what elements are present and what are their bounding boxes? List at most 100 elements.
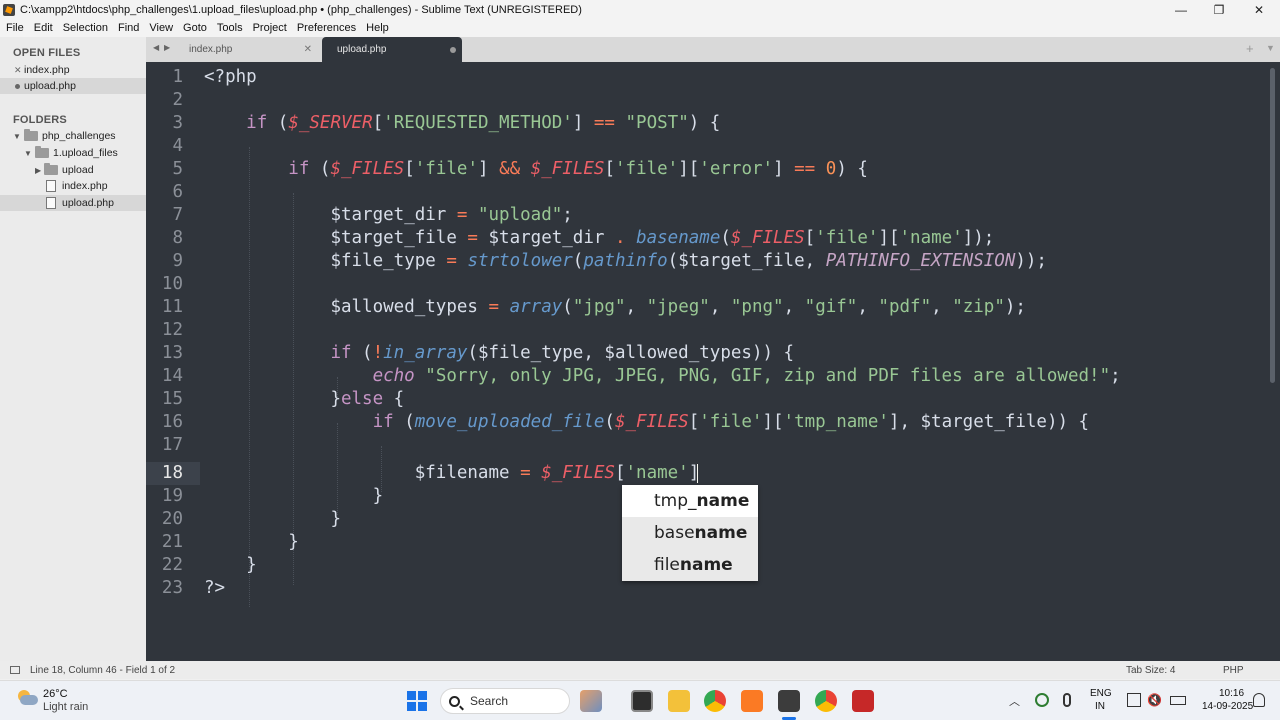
vertical-scrollbar[interactable] — [1270, 68, 1275, 383]
code-token: $_FILES — [730, 228, 805, 248]
unsaved-dot-icon — [15, 84, 20, 89]
chevron-up-icon[interactable]: ︿ — [1009, 693, 1020, 709]
code-token: ( — [393, 412, 415, 432]
code-token: )) { — [751, 343, 795, 363]
code-line: if ($_FILES['file'] && $_FILES['file']['… — [204, 158, 868, 181]
tab-prev-icon[interactable]: ◀ — [153, 43, 159, 52]
menu-selection[interactable]: Selection — [58, 22, 113, 34]
region-indicator[interactable]: IN — [1095, 701, 1105, 712]
unsaved-dot-icon[interactable] — [450, 47, 456, 53]
menu-find[interactable]: Find — [113, 22, 144, 34]
tab-next-icon[interactable]: ▶ — [164, 43, 170, 52]
weather-temperature[interactable]: 26°C — [43, 688, 68, 700]
network-icon[interactable] — [1127, 693, 1141, 707]
window-title: C:\xampp2\htdocs\php_challenges\1.upload… — [20, 3, 582, 16]
code-token: ) { — [688, 113, 721, 133]
tab-upload-php[interactable]: upload.php — [322, 37, 462, 62]
weather-icon[interactable] — [16, 690, 38, 706]
chrome-icon[interactable] — [704, 690, 726, 712]
close-icon[interactable]: ✕ — [14, 65, 22, 76]
syntax-selector[interactable]: PHP — [1223, 665, 1244, 676]
weather-description[interactable]: Light rain — [43, 701, 88, 713]
code-token: ] — [773, 159, 795, 179]
sublime-text-icon[interactable] — [778, 690, 800, 712]
autocomplete-item[interactable]: tmp_name — [622, 485, 758, 517]
microphone-icon[interactable] — [1063, 693, 1071, 707]
volume-icon[interactable]: 🔇 — [1147, 693, 1162, 707]
folder-tree-item[interactable]: ▼ php_challenges — [0, 128, 146, 144]
menu-edit[interactable]: Edit — [29, 22, 58, 34]
folder-tree-item[interactable]: ▶ upload — [0, 162, 146, 178]
code-line: $target_dir = "upload"; — [204, 204, 572, 227]
menu-view[interactable]: View — [144, 22, 178, 34]
code-line: if (move_uploaded_file($_FILES['file']['… — [204, 411, 1090, 434]
recorder-icon[interactable] — [852, 690, 874, 712]
file-icon — [46, 197, 56, 209]
clock-time[interactable]: 10:16 — [1219, 688, 1244, 699]
code-token: ( — [604, 412, 615, 432]
clock-date[interactable]: 14-09-2025 — [1202, 701, 1253, 712]
code-token: [ — [604, 159, 615, 179]
code-token: $allowed_types — [604, 343, 752, 363]
line-number: 6 — [172, 182, 183, 202]
close-window-button[interactable]: ✕ — [1239, 0, 1279, 19]
code-token: = — [456, 205, 468, 225]
code-token: "Sorry, only JPG, JPEG, PNG, GIF, zip an… — [425, 366, 1111, 386]
folder-tree-item[interactable]: ▼ 1.upload_files — [0, 145, 146, 161]
new-tab-icon[interactable]: + — [1246, 41, 1254, 56]
code-token: = — [520, 463, 531, 483]
code-line: } — [204, 554, 257, 577]
language-indicator[interactable]: ENG — [1090, 688, 1112, 699]
tab-size[interactable]: Tab Size: 4 — [1126, 665, 1175, 676]
chrome-profile-icon[interactable] — [815, 690, 837, 712]
xampp-icon[interactable] — [741, 690, 763, 712]
code-token: ( — [309, 159, 331, 179]
chevron-down-icon[interactable]: ▼ — [13, 132, 21, 141]
autocomplete-popup: tmp_name basename filename — [622, 485, 758, 581]
taskbar-search[interactable]: Search — [440, 688, 570, 714]
menu-preferences[interactable]: Preferences — [292, 22, 361, 34]
code-line: echo "Sorry, only JPG, JPEG, PNG, GIF, z… — [204, 365, 1121, 388]
code-token: [ — [404, 159, 415, 179]
menu-project[interactable]: Project — [248, 22, 292, 34]
code-token: "POST" — [625, 113, 689, 133]
cursor-position: Line 18, Column 46 - Field 1 of 2 — [30, 664, 176, 676]
open-file-item[interactable]: ✕ index.php — [0, 62, 146, 78]
tab-index-php[interactable]: index.php ✕ — [174, 37, 322, 62]
autocomplete-item[interactable]: filename — [622, 549, 758, 581]
code-token: , — [709, 297, 731, 317]
text-caret — [697, 464, 698, 483]
menu-goto[interactable]: Goto — [178, 22, 212, 34]
panel-toggle-icon[interactable] — [10, 666, 20, 674]
code-token: array — [509, 297, 563, 317]
code-token: . — [614, 228, 626, 248]
minimize-button[interactable]: — — [1161, 0, 1201, 19]
close-icon[interactable]: ✕ — [304, 44, 312, 55]
status-bar: Line 18, Column 46 - Field 1 of 2 Tab Si… — [0, 661, 1280, 679]
menu-help[interactable]: Help — [361, 22, 394, 34]
windows-start-icon[interactable] — [407, 691, 427, 711]
code-token: , — [783, 297, 805, 317]
notification-bell-icon[interactable] — [1253, 693, 1265, 707]
folder-icon — [35, 146, 49, 158]
tab-menu-chevron-icon[interactable]: ▼ — [1266, 43, 1275, 53]
file-explorer-icon[interactable] — [668, 690, 690, 712]
open-file-item[interactable]: upload.php — [0, 78, 146, 94]
chevron-down-icon[interactable]: ▼ — [24, 149, 32, 158]
code-token: [ — [372, 113, 384, 133]
file-tree-item[interactable]: index.php — [0, 178, 146, 194]
task-view-icon[interactable] — [631, 690, 653, 712]
menu-tools[interactable]: Tools — [212, 22, 248, 34]
battery-icon[interactable] — [1170, 696, 1186, 705]
file-tree-item[interactable]: upload.php — [0, 195, 146, 211]
chevron-right-icon[interactable]: ▶ — [35, 166, 41, 175]
maximize-button[interactable]: ❐ — [1199, 0, 1239, 19]
menu-file[interactable]: File — [0, 22, 29, 34]
code-token: move_uploaded_file — [414, 412, 605, 432]
autocomplete-item[interactable]: basename — [622, 517, 758, 549]
pen-app-icon[interactable] — [580, 690, 602, 712]
sync-icon[interactable] — [1035, 693, 1049, 707]
